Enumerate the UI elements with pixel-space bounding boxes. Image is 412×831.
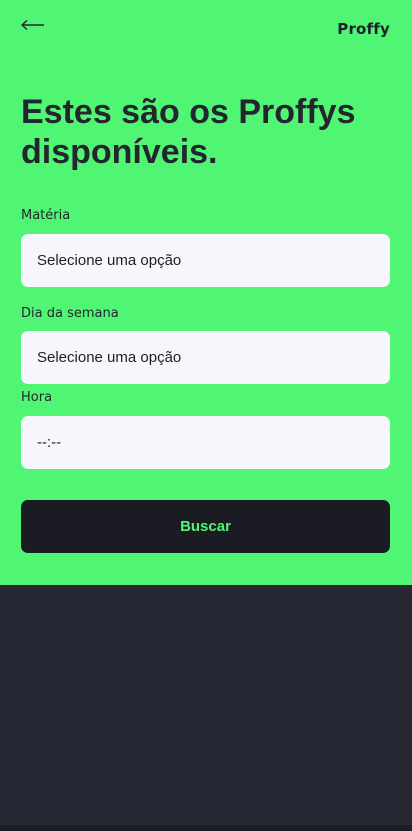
arrow-left-icon[interactable] [20, 16, 46, 34]
time-input-value: --:-- [37, 434, 62, 451]
proffy-logo: Proffy [337, 20, 390, 38]
page: Proffy Estes são os Proffys disponíveis.… [0, 0, 412, 831]
subject-select-value: Selecione uma opção [37, 252, 182, 269]
top-bar: Proffy [20, 14, 392, 44]
weekday-select[interactable]: Selecione uma opção [21, 331, 390, 384]
page-title: Estes são os Proffys disponíveis. [21, 92, 391, 172]
weekday-label: Dia da semana [21, 306, 119, 321]
page-header: Proffy Estes são os Proffys disponíveis.… [0, 0, 412, 585]
page-title-line-1: Estes são os Proffys [21, 93, 356, 131]
weekday-select-value: Selecione uma opção [37, 349, 182, 366]
page-title-line-2: disponíveis. [21, 133, 218, 171]
subject-select[interactable]: Selecione uma opção [21, 234, 390, 287]
time-input[interactable]: --:-- [21, 416, 390, 469]
search-button[interactable]: Buscar [21, 500, 390, 553]
time-label: Hora [21, 390, 53, 405]
bottom-edge [0, 825, 412, 831]
subject-label: Matéria [21, 208, 71, 223]
